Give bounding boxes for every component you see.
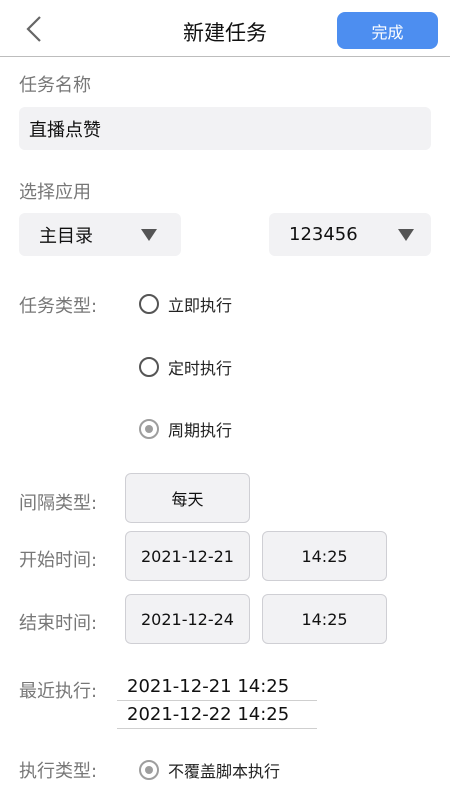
radio-no-overwrite[interactable]: 不覆盖脚本执行 xyxy=(139,758,280,782)
radio-periodic[interactable]: 周期执行 xyxy=(139,417,232,441)
exec-type-label: 执行类型: xyxy=(19,761,98,782)
interval-label: 间隔类型: xyxy=(19,493,98,514)
radio-checked-icon xyxy=(139,419,159,439)
account-dropdown[interactable]: 123456 xyxy=(269,213,431,256)
recent-exec-item: 2021-12-22 14:25 xyxy=(117,704,317,729)
select-app-label: 选择应用 xyxy=(19,182,91,203)
end-date-picker[interactable]: 2021-12-24 xyxy=(125,594,250,644)
done-button[interactable]: 完成 xyxy=(337,12,438,49)
end-time-picker[interactable]: 14:25 xyxy=(262,594,387,644)
recent-exec-label: 最近执行: xyxy=(19,681,98,702)
radio-button-icon xyxy=(139,294,159,314)
radio-scheduled[interactable]: 定时执行 xyxy=(139,355,232,379)
end-time-label: 结束时间: xyxy=(19,613,98,634)
radio-button-icon xyxy=(139,357,159,377)
task-name-label: 任务名称 xyxy=(19,75,91,96)
dropdown-arrow-icon xyxy=(397,228,414,241)
account-dropdown-value: 123456 xyxy=(289,224,358,245)
app-dropdown[interactable]: 主目录 xyxy=(19,213,181,256)
radio-checked-icon xyxy=(139,760,159,780)
start-time-picker[interactable]: 14:25 xyxy=(262,531,387,581)
interval-select[interactable]: 每天 xyxy=(125,473,250,523)
task-name-input[interactable]: 直播点赞 xyxy=(19,107,431,150)
top-bar: 新建任务 完成 xyxy=(0,0,450,57)
start-date-picker[interactable]: 2021-12-21 xyxy=(125,531,250,581)
task-type-label: 任务类型: xyxy=(19,296,98,317)
dropdown-arrow-icon xyxy=(141,228,157,241)
app-dropdown-value: 主目录 xyxy=(39,225,93,247)
start-time-label: 开始时间: xyxy=(19,550,98,571)
radio-immediate[interactable]: 立即执行 xyxy=(139,292,232,316)
recent-exec-item: 2021-12-21 14:25 xyxy=(117,676,317,701)
